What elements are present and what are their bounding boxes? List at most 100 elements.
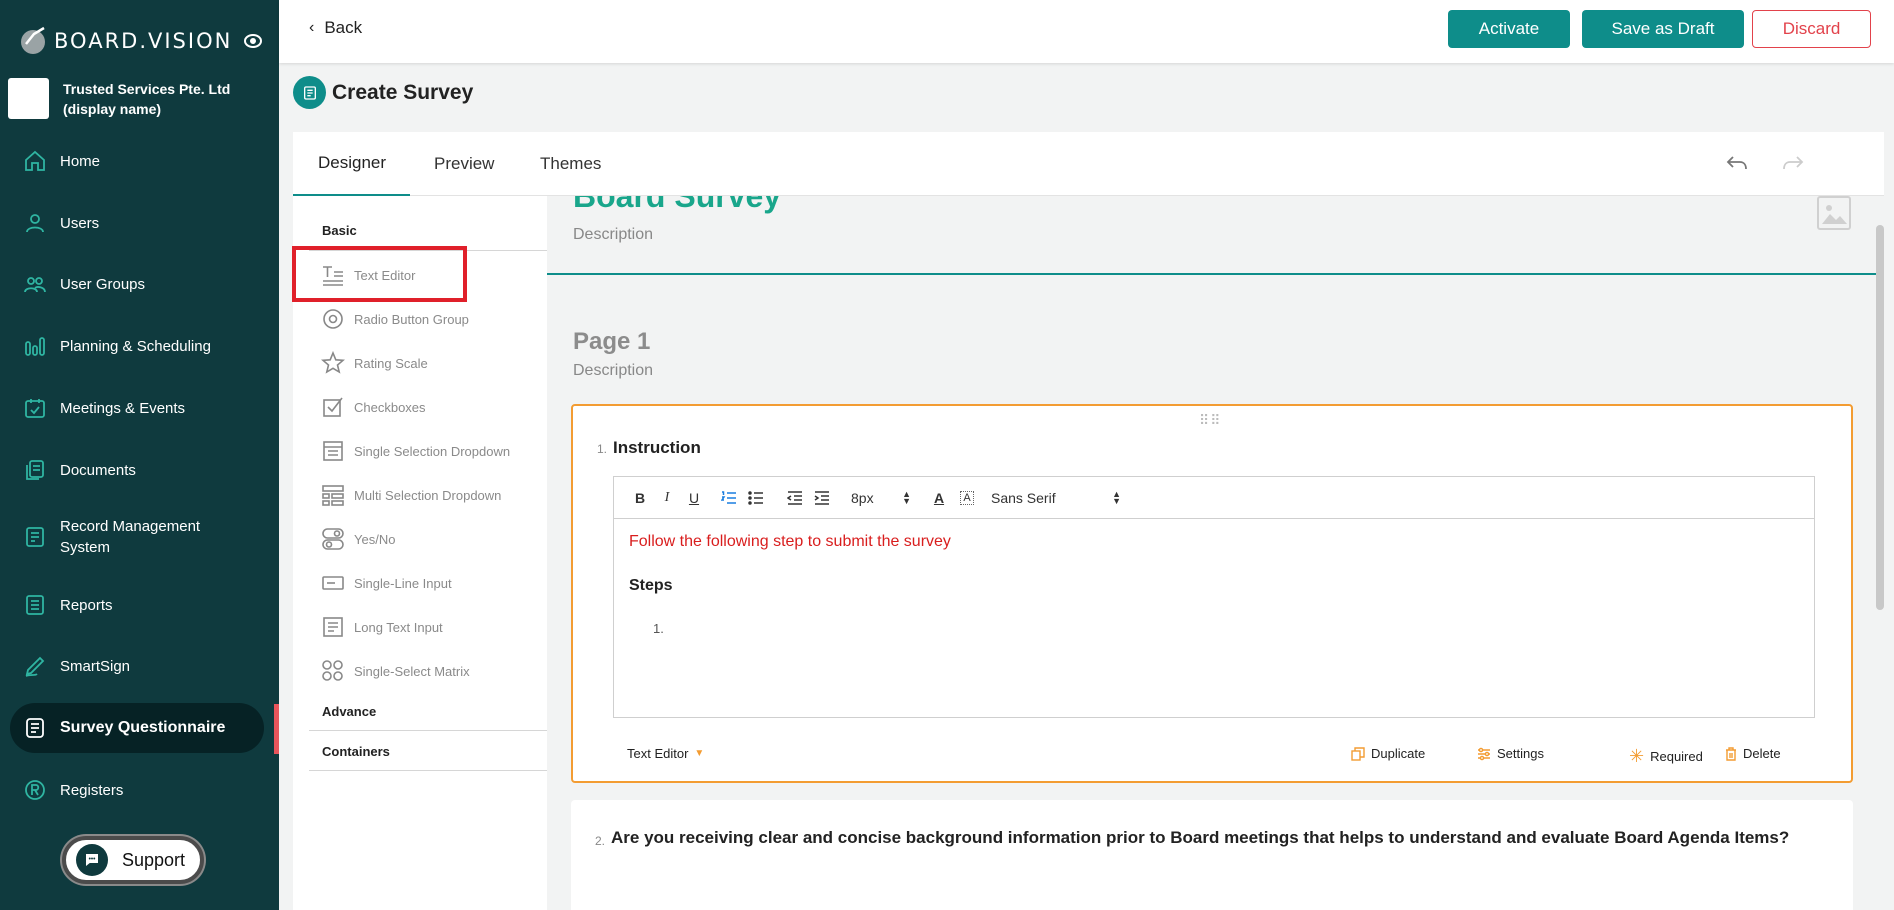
section-advance[interactable]: Advance bbox=[322, 704, 376, 719]
nav-item-planning[interactable]: Planning & Scheduling bbox=[0, 321, 279, 371]
star-icon bbox=[321, 351, 345, 375]
nav-item-reports[interactable]: Reports bbox=[0, 580, 279, 630]
toolbox-item-checkboxes[interactable]: Checkboxes bbox=[321, 392, 426, 422]
redo-icon[interactable] bbox=[1779, 150, 1807, 178]
nav-label: Meetings & Events bbox=[60, 399, 186, 417]
survey-form-icon bbox=[293, 76, 326, 109]
duplicate-icon bbox=[1351, 746, 1365, 761]
brand-logo[interactable]: BOARD.VISION bbox=[18, 26, 232, 56]
bar-chart-icon bbox=[22, 333, 48, 359]
toolbox-item-label: Single-Line Input bbox=[354, 575, 452, 591]
duplicate-label: Duplicate bbox=[1371, 746, 1426, 761]
toolbox-item-label: Checkboxes bbox=[354, 399, 426, 415]
activate-button[interactable]: Activate bbox=[1448, 10, 1570, 48]
section-containers[interactable]: Containers bbox=[322, 744, 390, 759]
bullet-list-icon[interactable] bbox=[744, 486, 768, 510]
nav-item-registers[interactable]: Registers bbox=[0, 765, 279, 815]
nav-item-meetings[interactable]: Meetings & Events bbox=[0, 383, 279, 433]
back-button[interactable]: ‹ Back bbox=[309, 18, 362, 38]
nav-item-home[interactable]: Home bbox=[0, 136, 279, 186]
bold-icon[interactable]: B bbox=[628, 486, 652, 510]
font-family-select[interactable]: Sans Serif ▲ ▼ bbox=[991, 488, 1121, 506]
page-description[interactable]: Description bbox=[573, 362, 653, 380]
toolbox-item-single-dropdown[interactable]: Single Selection Dropdown bbox=[321, 436, 510, 466]
question-type-select[interactable]: Text Editor ▼ bbox=[627, 746, 704, 761]
question-title[interactable]: Are you receiving clear and concise back… bbox=[611, 828, 1789, 848]
top-bar: ‹ Back Activate Save as Draft Discard bbox=[279, 0, 1894, 63]
question-footer: Text Editor ▼ Duplicate Settings ✳ Requi… bbox=[627, 746, 1817, 766]
undo-icon[interactable] bbox=[1723, 150, 1751, 178]
toolbox-item-single-line-input[interactable]: Single-Line Input bbox=[321, 568, 452, 598]
underline-icon[interactable]: U bbox=[682, 486, 706, 510]
nav-item-survey-questionnaire[interactable]: Survey Questionnaire bbox=[10, 703, 264, 753]
indent-icon[interactable] bbox=[810, 486, 834, 510]
font-size-select[interactable]: 8px ▲ ▼ bbox=[851, 488, 911, 506]
instruction-text: Follow the following step to submit the … bbox=[629, 533, 951, 550]
text-color-icon[interactable]: A bbox=[927, 486, 951, 510]
toolbox-item-label: Single-Select Matrix bbox=[354, 663, 470, 679]
rich-text-editor[interactable]: B I U 8px ▲ ▼ A A Sans Serif ▲ ▼ Follow … bbox=[613, 476, 1815, 718]
toolbox-item-radio-group[interactable]: Radio Button Group bbox=[321, 304, 469, 334]
tab-preview[interactable]: Preview bbox=[434, 132, 494, 196]
nav-label: Home bbox=[60, 152, 101, 170]
ordered-list-icon[interactable] bbox=[717, 486, 741, 510]
question-title[interactable]: Instruction bbox=[613, 438, 701, 458]
organization[interactable]: Trusted Services Pte. Ltd (display name) bbox=[8, 78, 263, 119]
nav-label: User Groups bbox=[60, 275, 146, 293]
back-label: Back bbox=[324, 18, 363, 37]
section-basic[interactable]: Basic bbox=[322, 223, 357, 238]
toolbox-panel: Basic Text Editor Radio Button Group Rat… bbox=[293, 196, 547, 910]
nav-label: Reports bbox=[60, 596, 113, 614]
page-name[interactable]: Page 1 bbox=[573, 328, 650, 356]
tab-themes[interactable]: Themes bbox=[540, 132, 601, 196]
drag-handle-icon[interactable]: ⠿⠿ bbox=[1199, 412, 1222, 429]
editor-toolbar: B I U 8px ▲ ▼ A A Sans Serif ▲ ▼ bbox=[614, 477, 1814, 519]
font-size-value: 8px bbox=[851, 489, 874, 506]
toolbox-item-matrix[interactable]: Single-Select Matrix bbox=[321, 656, 470, 686]
settings-label: Settings bbox=[1497, 746, 1544, 761]
eye-icon[interactable] bbox=[244, 34, 262, 48]
outdent-icon[interactable] bbox=[783, 486, 807, 510]
editor-content[interactable]: Follow the following step to submit the … bbox=[614, 519, 1814, 650]
toolbox-item-label: Long Text Input bbox=[354, 619, 443, 635]
divider bbox=[309, 730, 547, 731]
tab-designer[interactable]: Designer bbox=[293, 132, 410, 196]
nav-item-users[interactable]: Users bbox=[0, 198, 279, 248]
active-indicator bbox=[274, 704, 279, 754]
toolbox-item-label: Single Selection Dropdown bbox=[354, 443, 511, 459]
organization-logo bbox=[8, 78, 49, 119]
highlight-color-icon[interactable]: A bbox=[960, 490, 974, 505]
nav-item-user-groups[interactable]: User Groups bbox=[0, 259, 279, 309]
toolbox-item-long-text[interactable]: Long Text Input bbox=[321, 612, 443, 642]
chat-icon bbox=[76, 844, 108, 876]
scrollbar[interactable] bbox=[1876, 225, 1884, 610]
toolbox-item-label: Yes/No bbox=[354, 531, 396, 547]
support-label: Support bbox=[122, 849, 186, 870]
toolbox-item-rating-scale[interactable]: Rating Scale bbox=[321, 348, 428, 378]
save-draft-button[interactable]: Save as Draft bbox=[1582, 10, 1744, 48]
italic-icon[interactable]: I bbox=[655, 486, 679, 510]
survey-description[interactable]: Description bbox=[573, 226, 653, 244]
settings-button[interactable]: Settings bbox=[1477, 746, 1544, 761]
sidebar: BOARD.VISION Trusted Services Pte. Ltd (… bbox=[0, 0, 279, 910]
delete-button[interactable]: Delete bbox=[1725, 746, 1781, 761]
question-card[interactable]: 2. Are you receiving clear and concise b… bbox=[571, 800, 1853, 910]
toolbox-item-multi-dropdown[interactable]: Multi Selection Dropdown bbox=[321, 480, 501, 510]
reports-icon bbox=[22, 592, 48, 618]
nav-item-documents[interactable]: Documents bbox=[0, 445, 279, 495]
discard-button[interactable]: Discard bbox=[1752, 10, 1871, 48]
survey-title[interactable]: Board Survey bbox=[573, 196, 781, 215]
nav-label: Planning & Scheduling bbox=[60, 337, 211, 355]
nav-item-smartsign[interactable]: SmartSign bbox=[0, 641, 279, 691]
duplicate-button[interactable]: Duplicate bbox=[1351, 746, 1425, 761]
required-toggle[interactable]: ✳ Required bbox=[1629, 746, 1703, 767]
toolbox-item-yes-no[interactable]: Yes/No bbox=[321, 524, 395, 554]
highlight-box bbox=[292, 246, 467, 302]
nav-item-record-management[interactable]: Record Management System bbox=[0, 512, 279, 562]
image-placeholder-icon[interactable] bbox=[1817, 196, 1851, 230]
question-card[interactable]: ⠿⠿ 1. Instruction B I U 8px ▲ ▼ A A Sans… bbox=[571, 404, 1853, 783]
select-arrows-icon: ▲ ▼ bbox=[902, 488, 911, 506]
select-arrows-icon: ▲ ▼ bbox=[1112, 488, 1121, 506]
support-button[interactable]: Support bbox=[62, 836, 204, 884]
textarea-icon bbox=[321, 615, 345, 639]
